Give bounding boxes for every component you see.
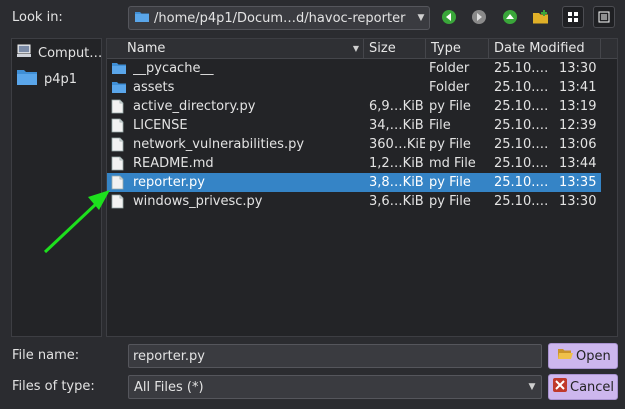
cancel-button[interactable]: Cancel [548, 374, 618, 400]
file-row[interactable]: LICENSE 34,…KiB File 25.10.… 12:39 [107, 116, 601, 135]
file-type: py File [429, 175, 471, 190]
column-size-label: Size [369, 41, 396, 56]
forward-button[interactable] [468, 6, 490, 28]
file-time: 13:35 [559, 175, 597, 190]
look-in-path: /home/p4p1/Docum…d/havoc-reporter [154, 10, 406, 26]
column-name-label: Name [127, 41, 166, 56]
file-time: 13:30 [559, 61, 597, 76]
column-date[interactable]: Date Modified [489, 39, 601, 58]
file-date: 25.10.… [494, 99, 549, 114]
arrow-up-icon [503, 10, 517, 24]
file-row[interactable]: README.md 1,2…KiB md File 25.10.… 13:44 [107, 154, 601, 173]
file-type: md File [429, 156, 476, 171]
chevron-down-icon: ▼ [417, 13, 425, 23]
sidebar-item-label: Comput… [38, 45, 103, 61]
sort-descending-icon: ▼ [352, 44, 359, 53]
sidebar-item-computer[interactable]: Comput… [16, 43, 102, 63]
computer-icon [16, 43, 32, 63]
file-name-input[interactable] [128, 344, 542, 368]
file-date: 25.10.… [494, 194, 549, 209]
file-row[interactable]: __pycache__ Folder 25.10.… 13:30 [107, 59, 601, 78]
file-name: assets [133, 80, 175, 95]
file-name: reporter.py [133, 175, 205, 190]
column-name[interactable]: Name ▼ [122, 39, 364, 58]
file-type: py File [429, 194, 471, 209]
file-name: __pycache__ [133, 61, 214, 76]
file-type: Folder [429, 61, 470, 76]
file-row[interactable]: reporter.py 3,8…KiB py File 25.10.… 13:35 [107, 173, 601, 192]
detail-view-button[interactable] [593, 6, 615, 28]
column-type-label: Type [431, 41, 461, 56]
file-row[interactable]: assets Folder 25.10.… 13:41 [107, 78, 601, 97]
file-name: windows_privesc.py [133, 194, 263, 209]
file-type-combo[interactable]: All Files (*) ▼ [128, 375, 542, 399]
file-icon [111, 194, 124, 215]
file-list[interactable]: Name ▼ Size Type Date Modified __pycache… [106, 38, 618, 337]
cancel-button-label: Cancel [570, 379, 615, 395]
file-type: py File [429, 137, 471, 152]
file-size: 3,8…KiB [369, 175, 424, 190]
file-name: active_directory.py [133, 99, 256, 114]
detail-view-icon [598, 11, 610, 23]
open-button[interactable]: Open [548, 343, 618, 369]
folder-icon [16, 67, 38, 91]
file-type: py File [429, 99, 471, 114]
file-time: 13:44 [559, 156, 597, 171]
column-date-label: Date Modified [494, 41, 585, 56]
file-row[interactable]: active_directory.py 6,9…KiB py File 25.10.…… [107, 97, 601, 116]
back-button[interactable] [438, 6, 460, 28]
file-date: 25.10.… [494, 118, 549, 133]
file-time: 12:39 [559, 118, 597, 133]
file-date: 25.10.… [494, 61, 549, 76]
file-date: 25.10.… [494, 137, 549, 152]
file-row[interactable]: network_vulnerabilities.py 360…KiB py File… [107, 135, 601, 154]
file-name-label: File name: [12, 348, 80, 363]
column-header: Name ▼ Size Type Date Modified [107, 39, 617, 59]
file-name: README.md [133, 156, 214, 171]
file-size: 360…KiB [369, 137, 425, 152]
file-row[interactable]: windows_privesc.py 3,6…KiB py File 25.10.… 1… [107, 192, 601, 211]
icon-view-button[interactable] [562, 6, 584, 28]
file-time: 13:41 [559, 80, 597, 95]
sidebar-item-p4p1[interactable]: p4p1 [16, 67, 77, 91]
file-time: 13:19 [559, 99, 597, 114]
file-size: 6,9…KiB [369, 99, 424, 114]
file-size: 3,6…KiB [369, 194, 424, 209]
open-button-label: Open [576, 348, 611, 364]
look-in-label: Look in: [12, 10, 63, 25]
file-date: 25.10.… [494, 156, 549, 171]
open-folder-icon [557, 347, 573, 365]
file-time: 13:30 [559, 194, 597, 209]
file-size: 34,…KiB [369, 118, 424, 133]
column-size[interactable]: Size [364, 39, 426, 58]
places-sidebar: Comput… p4p1 [11, 38, 102, 337]
folder-icon [134, 9, 150, 27]
new-folder-button[interactable] [530, 6, 552, 28]
file-name: network_vulnerabilities.py [133, 137, 305, 152]
icon-view-icon [568, 12, 578, 22]
arrow-left-icon [442, 10, 456, 24]
up-button[interactable] [499, 6, 521, 28]
file-date: 25.10.… [494, 80, 549, 95]
file-type: Folder [429, 80, 470, 95]
chevron-down-icon: ▼ [528, 382, 536, 392]
file-name: LICENSE [133, 118, 188, 133]
sidebar-item-label: p4p1 [44, 71, 78, 87]
file-date: 25.10.… [494, 175, 549, 190]
close-icon [553, 378, 567, 396]
column-type[interactable]: Type [426, 39, 489, 58]
new-folder-icon [533, 10, 548, 24]
look-in-combo[interactable]: /home/p4p1/Docum…d/havoc-reporter ▼ [128, 6, 430, 30]
file-type-value: All Files (*) [134, 379, 204, 395]
file-type: File [429, 118, 451, 133]
file-size: 1,2…KiB [369, 156, 424, 171]
file-type-label: Files of type: [12, 379, 95, 394]
file-time: 13:06 [559, 137, 597, 152]
arrow-right-icon [472, 10, 486, 24]
